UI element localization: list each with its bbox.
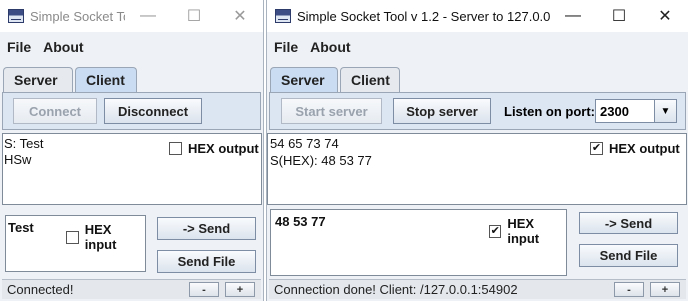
check-icon: ✔ [489,224,502,238]
menu-about[interactable]: About [43,39,83,55]
client-toolbar: Connect Disconnect [2,92,261,130]
status-bar: Connection done! Client: /127.0.0.1:5490… [269,279,686,299]
output-line: 54 65 73 74 [270,136,339,151]
server-window: Simple Socket Tool v 1.2 - Server to 127… [266,0,688,301]
hex-input-checkbox[interactable]: HEX input [66,222,145,252]
output-line: S: Test [4,136,44,151]
input-area[interactable]: 48 53 77 ✔ HEX input [270,209,567,276]
output-line: HSw [4,152,32,167]
decrease-button[interactable]: - [189,282,219,297]
hex-input-label: HEX input [507,216,540,246]
window-title: Simple Socket To... [30,8,125,24]
hex-input-checkbox[interactable]: ✔ HEX input [489,216,566,246]
status-text: Connection done! Client: /127.0.0.1:5490… [274,282,518,297]
send-button[interactable]: -> Send [579,212,678,234]
title-bar: Simple Socket To... — ☐ ✕ [0,0,263,32]
hex-input-label: HEX input [84,222,117,252]
menu-file[interactable]: File [274,39,298,55]
input-text: 48 53 77 [275,214,326,229]
output-area[interactable]: 54 65 73 74 S(HEX): 48 53 77 ✔ HEX outpu… [267,133,687,205]
tab-server[interactable]: Server [270,67,338,92]
server-toolbar: Start server Stop server Listen on port:… [269,92,686,130]
minimize-icon[interactable]: — [125,0,171,32]
status-text: Connected! [7,282,74,297]
stop-server-button[interactable]: Stop server [393,98,491,124]
input-text: Test [8,220,34,235]
menu-file[interactable]: File [7,39,31,55]
port-select[interactable]: 2300 ▼ [595,99,677,123]
output-line: S(HEX): 48 53 77 [270,153,372,168]
hex-output-checkbox[interactable]: ✔ HEX output [590,141,680,156]
input-area[interactable]: Test HEX input [5,215,146,272]
hex-output-checkbox[interactable]: HEX output [169,141,259,156]
checkbox-box [66,230,79,244]
title-bar: Simple Socket Tool v 1.2 - Server to 127… [267,0,688,32]
hex-output-label: HEX output [609,141,680,156]
connect-button[interactable]: Connect [13,98,97,124]
send-file-button[interactable]: Send File [157,250,256,273]
tab-bar: Server Client [270,67,402,92]
menu-bar: File About [0,32,263,62]
window-title: Simple Socket Tool v 1.2 - Server to 127… [297,8,550,24]
app-icon [275,9,291,23]
menu-about[interactable]: About [310,39,350,55]
output-area[interactable]: S: Test HSw HEX output [2,133,262,205]
tab-client[interactable]: Client [340,67,400,92]
disconnect-button[interactable]: Disconnect [104,98,202,124]
client-window: Simple Socket To... — ☐ ✕ File About Ser… [0,0,264,301]
send-file-button[interactable]: Send File [579,244,678,267]
menu-bar: File About [267,32,688,62]
checkbox-box [169,142,182,155]
maximize-icon[interactable]: ☐ [596,0,642,32]
maximize-icon[interactable]: ☐ [171,0,217,32]
close-icon[interactable]: ✕ [642,0,688,32]
chevron-down-icon[interactable]: ▼ [654,100,676,122]
tab-client[interactable]: Client [75,67,137,92]
check-icon: ✔ [590,142,603,155]
increase-button[interactable]: + [650,282,680,297]
close-icon[interactable]: ✕ [217,0,263,32]
app-icon [8,9,24,23]
minimize-icon[interactable]: — [550,0,596,32]
tab-server[interactable]: Server [3,67,73,92]
tab-bar: Server Client [3,67,139,92]
increase-button[interactable]: + [225,282,255,297]
status-bar: Connected! - + [2,279,261,299]
send-button[interactable]: -> Send [157,217,256,240]
hex-output-label: HEX output [188,141,259,156]
decrease-button[interactable]: - [614,282,644,297]
start-server-button[interactable]: Start server [281,98,382,124]
port-value: 2300 [600,103,629,119]
port-label: Listen on port: [504,104,595,119]
